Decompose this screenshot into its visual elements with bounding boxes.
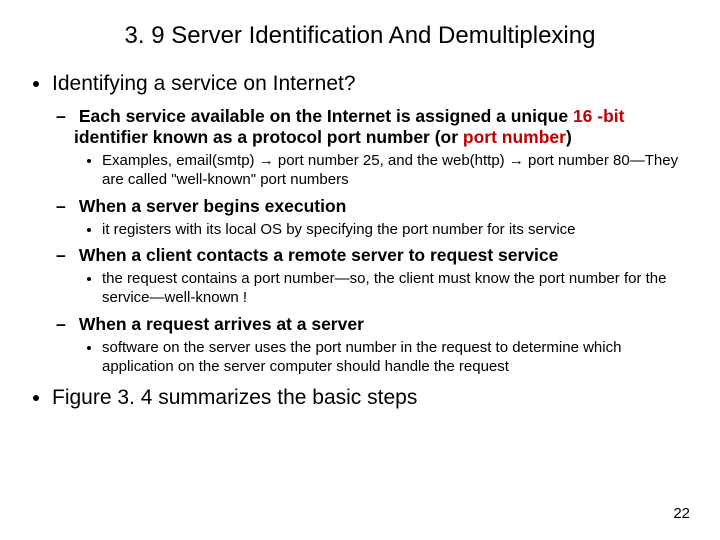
example-registers: it registers with its local OS by specif…: [102, 221, 690, 240]
bullet-list: Identifying a service on Internet? Each …: [30, 72, 690, 410]
subsublist: it registers with its local OS by specif…: [74, 221, 690, 240]
sub-request-arrives: When a request arrives at a server softw…: [74, 314, 690, 377]
sub-unique-id: Each service available on the Internet i…: [74, 106, 690, 190]
bullet-text: Identifying a service on Internet?: [52, 72, 356, 95]
example-wellknown: Examples, email(smtp) → port number 25, …: [102, 152, 690, 190]
text-segment: When a client contacts a remote server t…: [79, 245, 559, 265]
text-segment: When a request arrives at a server: [79, 314, 364, 334]
text-red-16bit: 16 -bit: [573, 106, 625, 126]
text-segment: Each service available on the Internet i…: [79, 106, 573, 126]
subsublist: the request contains a port number—so, t…: [74, 270, 690, 308]
text-segment: ): [566, 127, 572, 147]
sublist: Each service available on the Internet i…: [52, 106, 690, 376]
subsublist: software on the server uses the port num…: [74, 339, 690, 377]
page-number: 22: [673, 505, 690, 522]
slide-title: 3. 9 Server Identification And Demultipl…: [30, 22, 690, 50]
example-software-uses: software on the server uses the port num…: [102, 339, 690, 377]
bullet-figure-summary: Figure 3. 4 summarizes the basic steps: [52, 386, 690, 410]
bullet-text: Figure 3. 4 summarizes the basic steps: [52, 386, 417, 409]
bullet-identifying-service: Identifying a service on Internet? Each …: [52, 72, 690, 376]
text-segment: When a server begins execution: [79, 196, 346, 216]
text-segment: identifier known as a protocol port numb…: [74, 127, 463, 147]
sub-client-contacts: When a client contacts a remote server t…: [74, 245, 690, 308]
subsublist: Examples, email(smtp) → port number 25, …: [74, 152, 690, 190]
sub-server-begins: When a server begins execution it regist…: [74, 196, 690, 240]
example-request-port: the request contains a port number—so, t…: [102, 270, 690, 308]
text-red-portnumber: port number: [463, 127, 566, 147]
